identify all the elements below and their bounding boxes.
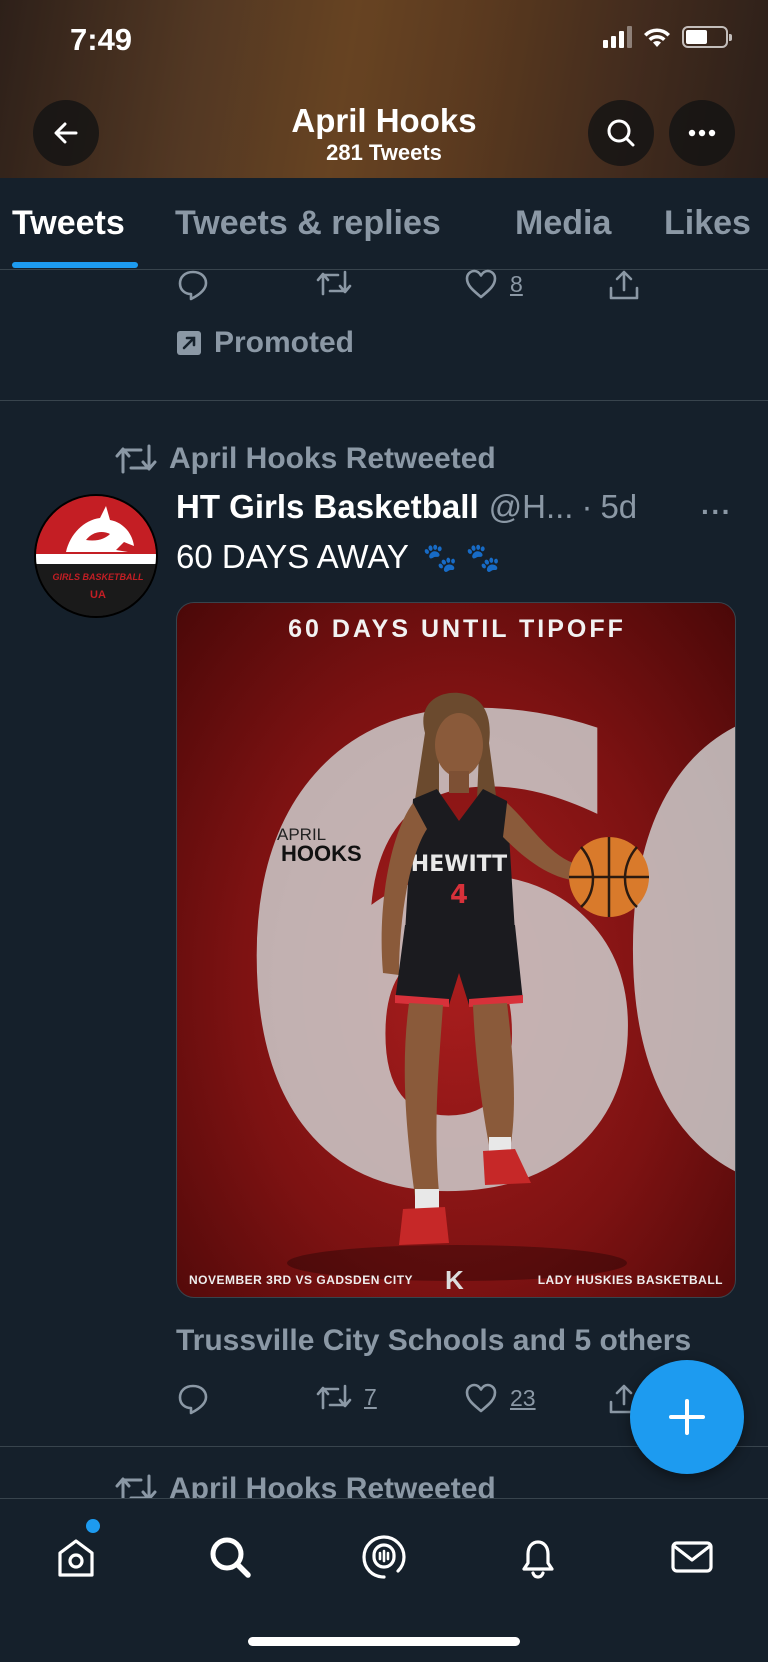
media-footer-right: LADY HUSKIES BASKETBALL (537, 1273, 723, 1287)
nav-explore[interactable] (200, 1527, 260, 1587)
messages-icon (671, 1541, 713, 1573)
tab-likes[interactable]: Likes (664, 204, 751, 243)
media-footer-logo: K (445, 1265, 464, 1295)
tweet-handle[interactable]: @H... (489, 488, 574, 526)
home-icon (58, 1539, 94, 1577)
spaces-icon (362, 1535, 406, 1579)
like-icon (465, 269, 497, 299)
retweeted-by-text: April Hooks Retweeted (169, 442, 496, 475)
retweet-count: 7 (364, 1383, 377, 1410)
tweet-text-body: 60 DAYS AWAY (176, 538, 409, 575)
tweet-actions: 7 23 (176, 1382, 676, 1422)
tweet-header: HT Girls Basketball @H... · 5d (176, 488, 736, 526)
home-indicator (248, 1637, 520, 1646)
retweet-icon (115, 444, 157, 474)
more-icon (688, 129, 716, 137)
wifi-icon (644, 28, 670, 47)
reply-button[interactable] (176, 1382, 210, 1416)
tweet-divider (0, 400, 768, 401)
status-icons (603, 26, 732, 48)
media-footer-left: NOVEMBER 3RD VS GADSDEN CITY (189, 1273, 414, 1287)
reply-icon (178, 1384, 208, 1415)
status-time: 7:49 (70, 22, 133, 57)
tweet-count: 281 Tweets (326, 140, 442, 165)
compose-icon (669, 1399, 705, 1435)
compose-button[interactable] (630, 1360, 744, 1474)
tweet-author[interactable]: HT Girls Basketball (176, 488, 479, 526)
prev-tweet-actions: 8 (176, 268, 676, 308)
tab-tweets[interactable]: Tweets (12, 204, 125, 243)
profile-tabs: Tweets Tweets & replies Media Likes (0, 178, 768, 270)
signal-icon (603, 26, 632, 48)
tagged-users[interactable]: Trussville City Schools and 5 others (176, 1324, 691, 1358)
profile-header: 7:49 April Hooks 281 Tweets (0, 0, 768, 178)
tweet-time: 5d (600, 488, 638, 525)
retweet-icon (316, 1384, 352, 1410)
share-icon (609, 270, 639, 300)
tweet-media-image[interactable]: 60 60 DAYS UNTIL TIPOFF APRIL HOOKS HEWI… (176, 602, 736, 1298)
tweet-text: 60 DAYS AWAY 🐾 🐾 (176, 538, 500, 576)
svg-text:HEWITT: HEWITT (411, 852, 507, 877)
nav-messages[interactable] (662, 1527, 722, 1587)
svg-text:GIRLS BASKETBALL: GIRLS BASKETBALL (53, 572, 144, 582)
search-icon (607, 119, 635, 147)
like-count: 23 (510, 1384, 536, 1411)
nav-notifications[interactable] (508, 1527, 568, 1587)
nav-spaces[interactable] (354, 1527, 414, 1587)
husky-logo-icon: GIRLS BASKETBALL UA (36, 496, 156, 616)
promoted-label: Promoted (176, 326, 354, 360)
like-button[interactable]: 8 (464, 268, 523, 300)
tab-tweets-and-replies[interactable]: Tweets & replies (175, 204, 441, 243)
notifications-icon (522, 1540, 554, 1579)
player-figure-icon: HEWITT 4 (287, 692, 649, 1281)
svg-text:4: 4 (450, 880, 468, 910)
reply-button[interactable] (176, 268, 210, 302)
home-notification-dot (86, 1519, 100, 1533)
retweet-icon (316, 270, 352, 296)
retweet-button[interactable] (316, 268, 352, 298)
tweet-separator: · (581, 488, 593, 525)
reply-icon (178, 270, 208, 301)
like-icon (465, 1383, 497, 1413)
promoted-text: Promoted (214, 326, 355, 359)
bottom-nav (0, 1498, 768, 1662)
tweet-more-button[interactable]: ··· (701, 496, 732, 528)
battery-icon (682, 26, 732, 48)
more-button[interactable] (669, 100, 735, 166)
svg-text:UA: UA (90, 589, 106, 601)
explore-icon (210, 1537, 251, 1578)
retweet-button[interactable]: 7 (316, 1382, 377, 1412)
tab-media[interactable]: Media (515, 204, 611, 243)
nav-home[interactable] (46, 1527, 106, 1587)
like-button[interactable]: 23 (464, 1382, 536, 1414)
like-count: 8 (510, 270, 523, 297)
promoted-icon (177, 331, 201, 355)
paw-emoji: 🐾 🐾 (422, 541, 501, 573)
share-button[interactable] (608, 268, 640, 302)
retweeted-by[interactable]: April Hooks Retweeted (115, 442, 496, 476)
active-tab-indicator (12, 262, 138, 268)
search-button[interactable] (588, 100, 654, 166)
avatar[interactable]: GIRLS BASKETBALL UA (34, 494, 158, 618)
